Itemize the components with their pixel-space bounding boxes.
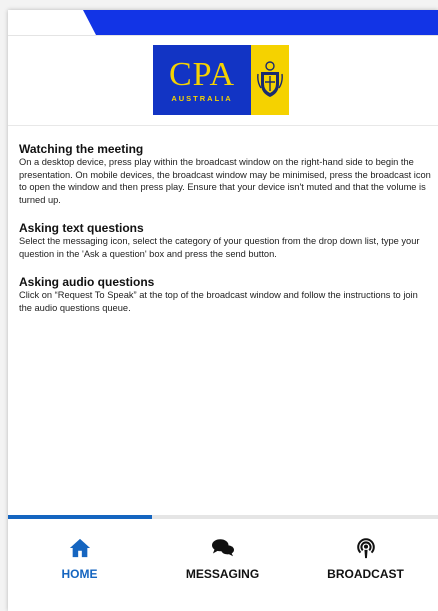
nav-home[interactable]: HOME bbox=[8, 537, 151, 597]
top-divider bbox=[8, 35, 438, 36]
nav-broadcast[interactable]: BROADCAST bbox=[294, 537, 437, 597]
app-frame: CPA AUSTRALIA Watching the meeting On a … bbox=[8, 10, 438, 611]
logo-yellow-panel bbox=[251, 45, 289, 115]
logo-blue-panel: CPA AUSTRALIA bbox=[153, 45, 251, 115]
section-audio-questions: Asking audio questions Click on “Request… bbox=[19, 275, 431, 314]
logo-sub-text: AUSTRALIA bbox=[171, 93, 233, 103]
cpa-australia-logo: CPA AUSTRALIA bbox=[153, 45, 289, 115]
nav-broadcast-label: BROADCAST bbox=[327, 567, 404, 581]
section-watching: Watching the meeting On a desktop device… bbox=[19, 142, 431, 206]
nav-messaging-label: MESSAGING bbox=[185, 567, 260, 581]
nav-messaging[interactable]: MESSAGING bbox=[151, 537, 294, 597]
logo-main-text: CPA bbox=[168, 55, 236, 93]
section-body: Click on “Request To Speak” at the top o… bbox=[19, 290, 418, 313]
chat-bubbles-icon bbox=[211, 539, 234, 557]
bottom-nav: HOME MESSAGING BROADCAST bbox=[8, 519, 438, 611]
section-title: Asking audio questions bbox=[19, 275, 155, 289]
podcast-icon bbox=[356, 538, 375, 559]
section-text-questions: Asking text questions Select the messagi… bbox=[19, 221, 431, 260]
crest-icon bbox=[257, 61, 283, 97]
nav-home-label: HOME bbox=[61, 567, 98, 581]
header-divider bbox=[8, 125, 438, 126]
instructions-content: Watching the meeting On a desktop device… bbox=[19, 142, 431, 329]
section-body: Select the messaging icon, select the ca… bbox=[19, 236, 420, 259]
section-title: Watching the meeting bbox=[19, 142, 144, 156]
home-icon bbox=[69, 538, 90, 558]
top-banner bbox=[83, 10, 438, 35]
section-title: Asking text questions bbox=[19, 221, 144, 235]
section-body: On a desktop device, press play within t… bbox=[19, 157, 431, 205]
